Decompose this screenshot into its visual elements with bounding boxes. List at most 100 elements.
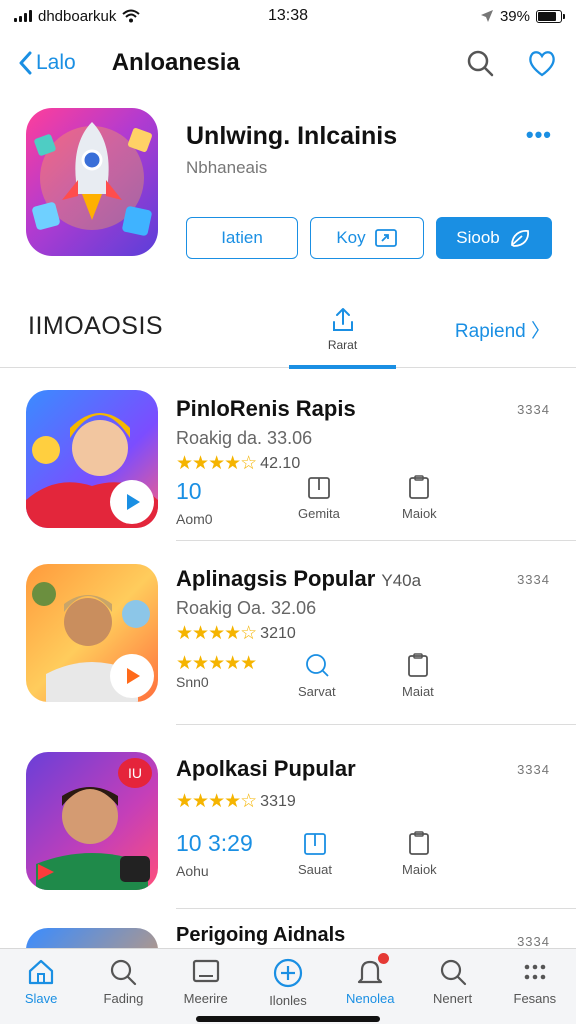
tab-ranked-label: Rarat (327, 338, 358, 352)
item-tool-2[interactable]: Maiok (402, 830, 437, 877)
battery-icon (536, 9, 565, 23)
back-button[interactable]: Lalo (18, 51, 76, 75)
app-icon (26, 108, 158, 256)
list-item[interactable]: Aplinagsis Popular Y40a 3334 Roakig Oa. … (0, 562, 576, 712)
item-title-text: Aplinagsis Popular (176, 566, 376, 591)
divider (176, 540, 576, 541)
status-bar: dhdboarkuk 13:38 39% (0, 0, 576, 32)
tab-label: Ilonles (269, 993, 307, 1008)
item-meta: Roakig Oa. 32.06 (176, 598, 317, 618)
stat-value: 10 (176, 478, 202, 504)
section-link-label: Rapiend (454, 321, 526, 342)
clipboard-icon (409, 831, 430, 855)
search-icon (111, 959, 137, 986)
app-subtitle: Nbhaneais (186, 158, 268, 177)
upload-icon (332, 308, 353, 331)
item-rating: ★★★★☆ 3210 (176, 622, 296, 645)
tab-search[interactable]: Nenert (411, 949, 493, 1024)
stat-value: 10 3:29 (176, 830, 253, 856)
tab-media[interactable]: Meerire (165, 949, 247, 1024)
divider (176, 724, 576, 725)
item-tool-2[interactable]: Maiat (402, 652, 434, 699)
clipboard-icon (407, 653, 428, 677)
play-icon (127, 668, 140, 684)
item-rating: ★★★★☆ 42.10 (176, 452, 300, 475)
battery-percent: 39% (499, 7, 530, 25)
screen-icon (192, 959, 219, 983)
clipboard-icon (409, 475, 430, 499)
search-icon (305, 654, 329, 677)
play-icon (127, 494, 140, 510)
stars-icon: ★★★★☆ (176, 453, 257, 474)
list-item[interactable]: PinloRenis Rapis 3334 Roakig da. 33.06 ★… (0, 390, 576, 540)
action-button-primary-label: Sioob (456, 228, 500, 247)
action-button-2[interactable]: Koy (310, 217, 424, 259)
tab-bar: Slave Fading Meerire Ilonles Nenolea Nen… (0, 948, 576, 1024)
bookmark-icon (304, 833, 326, 855)
stat-label: Snn0 (176, 674, 209, 690)
item-title: Perigoing Aidnals (176, 924, 346, 946)
section-see-all-link[interactable]: Rapiend 〉 (455, 316, 550, 343)
search-icon (467, 50, 494, 77)
tool-label: Sauat (298, 862, 332, 877)
stat-label: Aom0 (176, 511, 213, 527)
item-thumbnail (26, 390, 158, 528)
more-options-button[interactable]: ••• (526, 122, 552, 148)
leaf-icon (510, 230, 529, 247)
action-button-primary[interactable]: Sioob (436, 217, 552, 259)
carrier-label: dhdboarkuk (38, 7, 117, 25)
tab-underline (289, 365, 396, 369)
nav-bar: Lalo Anloanesia (0, 38, 576, 88)
action-button-2-label: Koy (336, 228, 366, 247)
item-stat: 10 3:29 Aohu (176, 830, 253, 879)
favorite-button[interactable] (526, 47, 558, 79)
play-button[interactable] (110, 480, 154, 524)
app-header: Unlwing. Inlcainis Nbhaneais ••• Iatien … (26, 108, 556, 260)
tool-label: Maiat (402, 684, 434, 699)
back-label: Lalo (36, 51, 76, 74)
tool-label: Gemita (298, 506, 340, 521)
item-thumbnail: IU (26, 752, 158, 890)
item-title: Aplinagsis Popular Y40a (176, 566, 421, 592)
search-icon (440, 959, 466, 986)
rating-value: 3319 (260, 792, 296, 810)
action-button-1[interactable]: Iatien (186, 217, 298, 259)
item-tool-1[interactable]: Sarvat (298, 652, 336, 699)
wifi-icon (122, 9, 141, 23)
chevron-left-icon (19, 51, 32, 75)
tab-notifications[interactable]: Nenolea (329, 949, 411, 1024)
location-icon (480, 10, 493, 22)
tab-label: Slave (24, 991, 58, 1006)
tab-label: Meerire (183, 991, 228, 1006)
item-badge: 3334 (517, 572, 550, 587)
tab-label: Nenert (433, 991, 473, 1006)
item-title-suffix: Y40a (381, 571, 422, 590)
tab-ranked[interactable]: Rarat (289, 306, 396, 369)
list-item[interactable]: Perigoing Aidnals 3334 (0, 920, 576, 948)
rating-value: 42.10 (260, 454, 301, 472)
item-thumbnail (26, 564, 158, 702)
stars-icon: ★★★★☆ (176, 623, 257, 644)
item-meta: Roakig da. 33.06 (176, 428, 313, 448)
tool-label: Maiok (402, 862, 437, 877)
tab-add[interactable]: Ilonles (247, 949, 329, 1024)
item-tool-1[interactable]: Gemita (298, 474, 340, 521)
search-button[interactable] (464, 47, 496, 79)
signal-icon (14, 10, 32, 22)
item-tool-1[interactable]: Sauat (298, 830, 332, 877)
divider (176, 908, 576, 909)
heart-icon (529, 51, 555, 77)
tab-label: Fesans (513, 991, 557, 1006)
home-icon (29, 959, 54, 985)
item-tool-2[interactable]: Maiok (402, 474, 437, 521)
home-indicator (196, 1016, 380, 1022)
tab-trading[interactable]: Fading (82, 949, 164, 1024)
tab-store[interactable]: Slave (0, 949, 82, 1024)
play-button[interactable] (110, 654, 154, 698)
thumb-badge: IU (118, 758, 152, 788)
tab-more[interactable]: Fesans (494, 949, 576, 1024)
list-item[interactable]: IU Apolkasi Pupular 3334 ★★★★☆ 3319 10 3… (0, 752, 576, 902)
tool-label: Sarvat (298, 684, 336, 699)
plus-circle-icon (273, 958, 303, 988)
page-title: Anloanesia (111, 49, 240, 76)
